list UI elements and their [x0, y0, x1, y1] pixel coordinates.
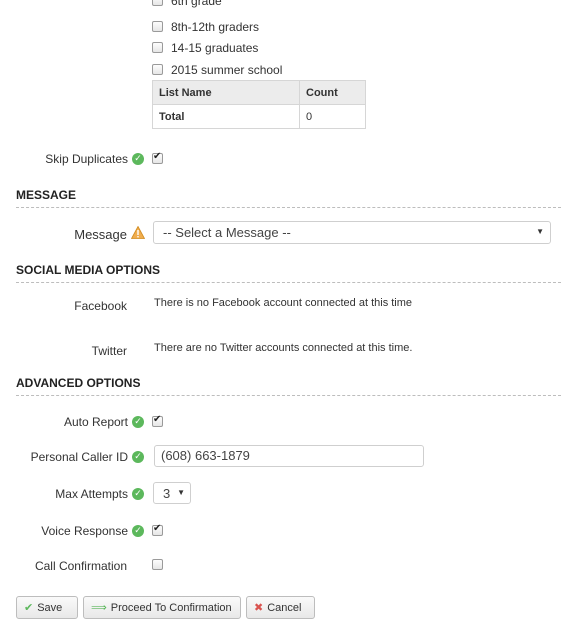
- cancel-button[interactable]: ✖ Cancel: [246, 596, 315, 619]
- auto-report-checkbox[interactable]: [152, 414, 163, 427]
- facebook-status-text: There is no Facebook account connected a…: [154, 297, 413, 309]
- check-circle-icon: [132, 451, 144, 463]
- total-count-cell: 0: [299, 104, 366, 129]
- list-checkbox[interactable]: [152, 42, 163, 53]
- message-label: Message: [74, 227, 127, 242]
- facebook-label: Facebook: [74, 299, 127, 313]
- max-attempts-value: 3: [163, 486, 171, 501]
- message-select-value: -- Select a Message --: [163, 225, 291, 240]
- list-option-label: 8th-12th graders: [171, 20, 260, 34]
- check-circle-icon: [132, 488, 144, 500]
- advanced-section-header: ADVANCED OPTIONS: [16, 376, 561, 396]
- skip-duplicates-checkbox[interactable]: [152, 151, 163, 164]
- close-icon: ✖: [254, 601, 264, 614]
- chevron-down-icon: ▼: [536, 227, 544, 236]
- check-circle-icon: [132, 416, 144, 428]
- list-checkbox[interactable]: [152, 0, 163, 6]
- check-circle-icon: [132, 525, 144, 537]
- message-section-header: MESSAGE: [16, 188, 561, 208]
- voice-response-label: Voice Response: [41, 524, 128, 538]
- save-button[interactable]: ✔ Save: [16, 596, 78, 619]
- skip-duplicates-label: Skip Duplicates: [45, 152, 128, 166]
- list-option-label: 6th grade: [171, 0, 222, 8]
- auto-report-label: Auto Report: [63, 415, 128, 429]
- caller-id-label: Personal Caller ID: [30, 450, 128, 464]
- list-checkbox[interactable]: [152, 21, 163, 32]
- column-header-list-name: List Name: [152, 80, 300, 105]
- column-header-count: Count: [299, 80, 366, 105]
- proceed-to-confirmation-button[interactable]: ⟹ Proceed To Confirmation: [83, 596, 241, 619]
- voice-response-checkbox[interactable]: [152, 523, 163, 536]
- check-icon: ✔: [24, 601, 34, 614]
- check-circle-icon: [132, 153, 144, 165]
- max-attempts-label: Max Attempts: [55, 487, 128, 501]
- table-row: Total 0: [152, 104, 366, 129]
- arrow-right-icon: ⟹: [91, 601, 107, 614]
- social-section-header: SOCIAL MEDIA OPTIONS: [16, 263, 561, 283]
- list-option-label: 14-15 graduates: [171, 41, 259, 55]
- caller-id-input[interactable]: (608) 663-1879: [154, 445, 424, 467]
- twitter-label: Twitter: [91, 344, 127, 358]
- twitter-status-text: There are no Twitter accounts connected …: [154, 342, 413, 354]
- message-select[interactable]: -- Select a Message -- ▼: [153, 221, 551, 244]
- warning-icon: [131, 226, 145, 239]
- list-count-table: List Name Count Total 0: [152, 80, 366, 129]
- proceed-button-label: Proceed To Confirmation: [110, 601, 232, 614]
- cancel-button-label: Cancel: [267, 601, 302, 614]
- total-label-cell: Total: [152, 104, 300, 129]
- call-confirmation-checkbox[interactable]: [152, 559, 163, 570]
- list-checkbox[interactable]: [152, 64, 163, 75]
- table-header-row: List Name Count: [152, 80, 366, 105]
- max-attempts-select[interactable]: 3 ▼: [153, 482, 191, 504]
- call-confirmation-label: Call Confirmation: [34, 559, 127, 573]
- chevron-down-icon: ▼: [177, 488, 185, 497]
- list-option-label: 2015 summer school: [171, 63, 283, 77]
- save-button-label: Save: [37, 601, 63, 614]
